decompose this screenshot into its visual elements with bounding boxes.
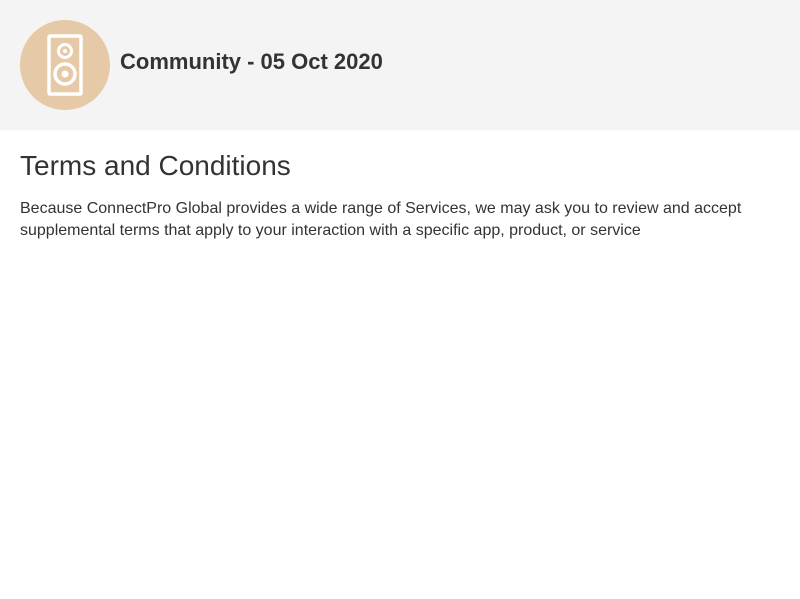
header-title: Community - 05 Oct 2020 [120, 49, 383, 74]
page-header: Community - 05 Oct 2020 [0, 0, 800, 130]
page-title: Terms and Conditions [20, 150, 291, 181]
terms-paragraph: Because ConnectPro Global provides a wid… [20, 200, 742, 239]
avatar [20, 20, 110, 110]
main-content: Terms and Conditions Because ConnectPro … [20, 148, 780, 242]
speaker-icon [47, 34, 83, 96]
